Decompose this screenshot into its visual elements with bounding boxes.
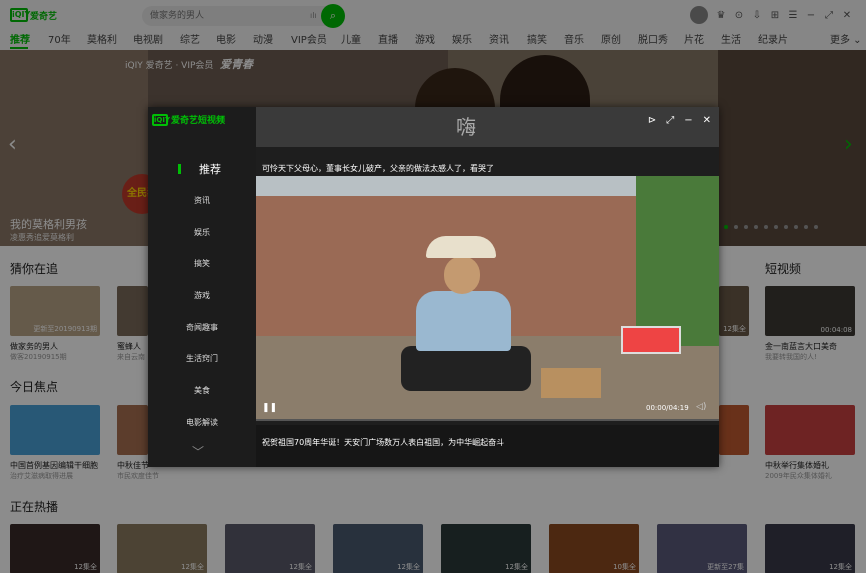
menu-item-recommend[interactable]: 推荐 xyxy=(156,161,264,177)
close-icon[interactable]: ✕ xyxy=(703,115,711,126)
pause-icon[interactable]: ❚❚ xyxy=(262,403,277,413)
player-logo-mark: iQIY xyxy=(152,113,171,126)
player-logo: iQIY 爱奇艺短视频 xyxy=(152,113,225,126)
video-scene-box xyxy=(621,326,681,354)
menu-item-curiosities[interactable]: 奇闻趣事 xyxy=(148,322,256,333)
share-icon[interactable]: ⊳ xyxy=(648,115,656,126)
person-hat xyxy=(426,236,496,258)
expand-icon[interactable]: ⤢ xyxy=(666,115,674,126)
person-legs xyxy=(401,346,531,391)
menu-item-news[interactable]: 资讯 xyxy=(148,195,256,206)
menu-item-life-tips[interactable]: 生活窍门 xyxy=(148,353,256,364)
person-face xyxy=(444,256,480,294)
menu-item-food[interactable]: 美食 xyxy=(148,385,256,396)
volume-icon[interactable]: ◁) xyxy=(696,402,706,412)
player-logo-text: 爱奇艺短视频 xyxy=(171,116,226,126)
player-window-controls: ⊳ ⤢ − ✕ xyxy=(648,115,711,126)
video-scene-stool xyxy=(541,368,601,398)
video-caption: 可怜天下父母心，董事长女儿破产，父亲的做法太感人了，看哭了 xyxy=(262,164,494,173)
player-topbar: 嗨 ⊳ ⤢ − ✕ xyxy=(256,107,719,147)
minimize-icon[interactable]: − xyxy=(684,115,692,126)
next-video-title[interactable]: 祝贺祖国70周年华诞！天安门广场数万人表白祖国，为中华崛起奋斗 xyxy=(262,437,504,448)
scroll-down-icon[interactable]: ﹀ xyxy=(192,443,204,460)
player-sidebar: iQIY 爱奇艺短视频 推荐 资讯 娱乐 搞笑 游戏 奇闻趣事 生活窍门 美食 … xyxy=(148,107,256,467)
short-video-player: iQIY 爱奇艺短视频 推荐 资讯 娱乐 搞笑 游戏 奇闻趣事 生活窍门 美食 … xyxy=(148,107,719,467)
video-scene-person xyxy=(386,236,536,406)
progress-bar[interactable] xyxy=(256,419,719,421)
video-frame[interactable] xyxy=(256,176,719,419)
time-display: 00:00/04:19 xyxy=(646,404,689,412)
video-scene-tree xyxy=(636,176,719,346)
menu-item-games[interactable]: 游戏 xyxy=(148,290,256,301)
person-shirt xyxy=(416,291,511,351)
player-controls: ❚❚ 00:00/04:19 ◁) xyxy=(256,401,719,417)
menu-item-entertainment[interactable]: 娱乐 xyxy=(148,227,256,238)
menu-item-film-review[interactable]: 电影解读 xyxy=(148,417,256,428)
menu-item-funny[interactable]: 搞笑 xyxy=(148,258,256,269)
player-top-text: 嗨 xyxy=(456,115,476,139)
